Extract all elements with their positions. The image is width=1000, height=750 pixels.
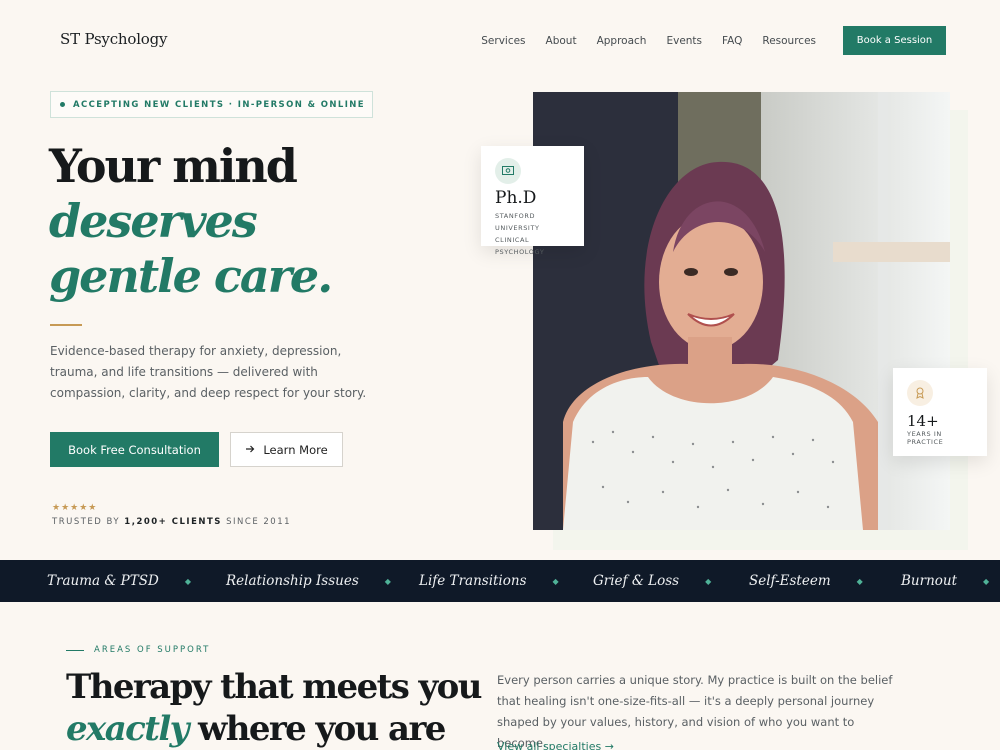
headline-line-2: deserves xyxy=(49,194,258,249)
eyebrow-text: AREAS OF SUPPORT xyxy=(94,645,211,655)
credential-subtitle: STANFORD UNIVERSITY CLINICAL PSYCHOLOGY xyxy=(495,212,545,256)
headline-line-1: Your mind xyxy=(49,139,298,193)
section-title-rest: where you are xyxy=(187,709,446,749)
nav-events[interactable]: Events xyxy=(666,35,702,47)
status-dot-icon xyxy=(60,102,65,107)
award-icon xyxy=(907,380,933,406)
diamond-icon: ◆ xyxy=(184,576,191,586)
book-session-button[interactable]: Book a Session xyxy=(843,26,946,55)
ticker-item: Grief & Loss ◆ xyxy=(593,560,711,602)
credential-title: Ph.D xyxy=(495,188,537,208)
diamond-icon: ◆ xyxy=(705,576,712,586)
site-logo[interactable]: ST Psychology xyxy=(60,30,168,48)
headline-line-3: gentle care. xyxy=(49,249,333,304)
trust-pre: TRUSTED BY xyxy=(52,517,125,527)
years-number: 14+ xyxy=(907,412,939,430)
nav-faq[interactable]: FAQ xyxy=(722,35,742,47)
diamond-icon: ◆ xyxy=(552,576,559,586)
book-consultation-button[interactable]: Book Free Consultation xyxy=(50,432,219,467)
ticker-label: Life Transitions xyxy=(419,573,527,589)
experience-badge: 14+ YEARS IN PRACTICE xyxy=(893,368,987,456)
ticker-label: Burnout xyxy=(901,573,958,589)
nav-services[interactable]: Services xyxy=(481,35,525,47)
section-eyebrow: AREAS OF SUPPORT xyxy=(66,645,210,655)
ticker-item: Trauma & PTSD ◆ xyxy=(47,560,191,602)
nav-resources[interactable]: Resources xyxy=(762,35,816,47)
main-nav: Services About Approach Events FAQ Resou… xyxy=(481,35,816,47)
trust-post: SINCE 2011 xyxy=(221,517,292,527)
section-title: Therapy that meets you exactly where you… xyxy=(66,666,482,750)
learn-more-button[interactable]: Learn More xyxy=(230,432,343,467)
credential-badge: Ph.D STANFORD UNIVERSITY CLINICAL PSYCHO… xyxy=(481,146,584,256)
trust-line: TRUSTED BY 1,200+ CLIENTS SINCE 2011 xyxy=(52,517,291,527)
section-title-italic: exactly xyxy=(66,709,189,749)
eyebrow-line xyxy=(66,649,84,651)
diamond-icon: ◆ xyxy=(983,576,990,586)
ticker-label: Grief & Loss xyxy=(593,573,680,589)
hero-headline: Your mind deserves gentle care. xyxy=(49,139,333,305)
ticker-label: Trauma & PTSD xyxy=(47,573,159,589)
diamond-icon: ◆ xyxy=(856,576,863,586)
therapist-portrait xyxy=(533,92,950,530)
section-title-line-1: Therapy that meets you xyxy=(66,667,482,707)
ticker-item: Self-Esteem ◆ xyxy=(749,560,863,602)
ticker-item: Burnout ◆ xyxy=(901,560,989,602)
rating-stars-icon: ★★★★★ xyxy=(52,503,98,513)
availability-text: ACCEPTING NEW CLIENTS · IN-PERSON & ONLI… xyxy=(73,99,365,110)
ticker-item: Relationship Issues ◆ xyxy=(226,560,391,602)
trust-count: 1,200+ CLIENTS xyxy=(124,517,222,527)
view-specialties-link[interactable]: View all specialties → xyxy=(497,740,614,750)
portrait-illustration xyxy=(533,92,950,530)
nav-approach[interactable]: Approach xyxy=(597,35,647,47)
specialties-ticker: Trauma & PTSD ◆ Relationship Issues ◆ Life… xyxy=(0,560,1000,602)
ticker-label: Relationship Issues xyxy=(226,573,359,589)
hero-lede: Evidence-based therapy for anxiety, depr… xyxy=(50,344,367,400)
learn-more-label: Learn More xyxy=(263,442,328,457)
ticker-item: Life Transitions ◆ xyxy=(419,560,559,602)
years-label: YEARS IN PRACTICE xyxy=(907,430,944,446)
accent-divider xyxy=(50,324,82,326)
nav-about[interactable]: About xyxy=(546,35,577,47)
section-copy: Every person carries a unique story. My … xyxy=(497,673,893,750)
availability-pill: ACCEPTING NEW CLIENTS · IN-PERSON & ONLI… xyxy=(50,91,373,118)
certificate-icon xyxy=(495,158,521,184)
diamond-icon: ◆ xyxy=(384,576,391,586)
ticker-label: Self-Esteem xyxy=(749,573,831,589)
arrow-right-icon xyxy=(245,443,255,457)
